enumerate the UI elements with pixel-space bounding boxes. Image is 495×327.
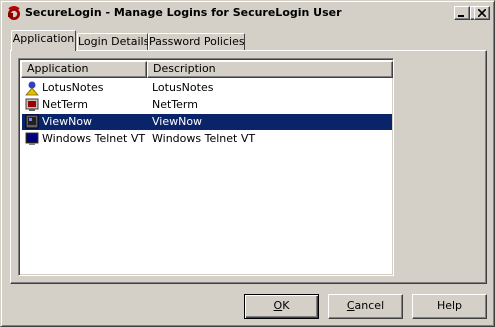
window-title: SecureLogin - Manage Logins for SecureLo… [25, 6, 342, 19]
cancel-button-accel: C [346, 299, 355, 312]
ok-button-label: K [282, 299, 290, 312]
cell-description: NetTerm [152, 98, 198, 111]
cell-application: LotusNotes [42, 81, 104, 94]
netterm-icon [24, 97, 40, 113]
cell-application: ViewNow [42, 115, 93, 128]
cell-description: LotusNotes [152, 81, 214, 94]
column-header-application[interactable]: Application [21, 61, 147, 78]
tab-application[interactable]: Application [11, 30, 76, 51]
ok-button-accel: O [273, 299, 283, 312]
dialog-window: SecureLogin - Manage Logins for SecureLo… [0, 0, 495, 327]
cancel-button[interactable]: Cancel [328, 294, 403, 319]
list-item[interactable]: Windows Telnet VT Windows Telnet VT [22, 131, 392, 147]
help-button-label: Help [436, 299, 463, 312]
tab-login-details[interactable]: Login Details [77, 33, 150, 51]
securelogin-app-icon [6, 5, 22, 21]
cancel-button-label: ancel [354, 299, 385, 312]
minimize-button[interactable] [454, 6, 470, 20]
column-header-label: Application [27, 62, 89, 75]
tab-label: Application [12, 32, 75, 45]
title-bar[interactable]: SecureLogin - Manage Logins for SecureLo… [4, 4, 491, 22]
lotus-notes-icon [24, 80, 40, 96]
applications-list[interactable]: Application Description LotusNotes Lotus… [18, 58, 394, 276]
tab-password-policies[interactable]: Password Policies [148, 33, 245, 51]
list-item[interactable]: LotusNotes LotusNotes [22, 80, 392, 96]
column-header-description[interactable]: Description [147, 61, 393, 78]
cell-application: NetTerm [42, 98, 88, 111]
tab-label: Password Policies [149, 35, 245, 48]
list-item[interactable]: NetTerm NetTerm [22, 97, 392, 113]
minimize-icon [458, 15, 464, 17]
cell-description: Windows Telnet VT [152, 132, 256, 145]
help-button[interactable]: Help [412, 294, 487, 319]
close-button[interactable] [474, 6, 490, 20]
cell-application: Windows Telnet VT [42, 132, 146, 145]
column-header-label: Description [153, 62, 216, 75]
ok-button[interactable]: OK [244, 294, 319, 319]
cell-description: ViewNow [152, 115, 203, 128]
list-item-selected[interactable]: ViewNow ViewNow [22, 114, 392, 130]
close-icon [478, 9, 486, 17]
telnet-icon [24, 131, 40, 147]
viewnow-icon [24, 114, 40, 130]
tab-label: Login Details [78, 35, 150, 48]
